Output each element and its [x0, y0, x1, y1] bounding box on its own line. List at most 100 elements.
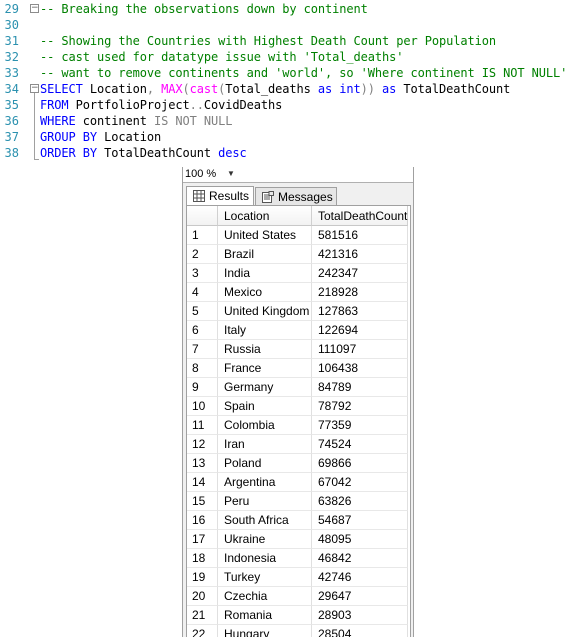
table-row[interactable]: 13 Poland 69866	[187, 454, 410, 473]
total-death-count-cell[interactable]: 242347	[312, 264, 408, 283]
table-row[interactable]: 17 Ukraine 48095	[187, 530, 410, 549]
row-number-cell[interactable]: 19	[187, 568, 218, 587]
total-death-count-cell[interactable]: 84789	[312, 378, 408, 397]
tab-results[interactable]: Results	[186, 186, 254, 205]
location-cell[interactable]: Argentina	[218, 473, 312, 492]
total-death-count-cell[interactable]: 48095	[312, 530, 408, 549]
code-line[interactable]: 38 ORDER BY TotalDeathCount desc	[0, 145, 570, 161]
row-number-cell[interactable]: 11	[187, 416, 218, 435]
total-death-count-cell[interactable]: 67042	[312, 473, 408, 492]
location-cell[interactable]: Spain	[218, 397, 312, 416]
code-line[interactable]: 31 -- Showing the Countries with Highest …	[0, 33, 570, 49]
table-row[interactable]: 3 India 242347	[187, 264, 410, 283]
row-number-cell[interactable]: 6	[187, 321, 218, 340]
location-cell[interactable]: Poland	[218, 454, 312, 473]
table-row[interactable]: 11 Colombia 77359	[187, 416, 410, 435]
code-line[interactable]: 29 -- Breaking the observations down by c…	[0, 1, 570, 17]
table-row[interactable]: 18 Indonesia 46842	[187, 549, 410, 568]
row-number-cell[interactable]: 21	[187, 606, 218, 625]
row-number-header[interactable]	[187, 206, 218, 226]
row-number-cell[interactable]: 1	[187, 226, 218, 245]
total-death-count-cell[interactable]: 106438	[312, 359, 408, 378]
row-number-cell[interactable]: 20	[187, 587, 218, 606]
column-header-totaldeathcount[interactable]: TotalDeathCount	[312, 206, 408, 226]
row-number-cell[interactable]: 18	[187, 549, 218, 568]
table-row[interactable]: 4 Mexico 218928	[187, 283, 410, 302]
location-cell[interactable]: Ukraine	[218, 530, 312, 549]
location-cell[interactable]: Italy	[218, 321, 312, 340]
collapse-icon[interactable]: −	[30, 84, 39, 93]
total-death-count-cell[interactable]: 78792	[312, 397, 408, 416]
code-line[interactable]: 32 -- cast used for datatype issue with '…	[0, 49, 570, 65]
location-cell[interactable]: Hungary	[218, 625, 312, 637]
total-death-count-cell[interactable]: 42746	[312, 568, 408, 587]
row-number-cell[interactable]: 5	[187, 302, 218, 321]
location-cell[interactable]: South Africa	[218, 511, 312, 530]
location-cell[interactable]: Indonesia	[218, 549, 312, 568]
total-death-count-cell[interactable]: 122694	[312, 321, 408, 340]
table-row[interactable]: 12 Iran 74524	[187, 435, 410, 454]
location-cell[interactable]: Mexico	[218, 283, 312, 302]
location-cell[interactable]: Peru	[218, 492, 312, 511]
zoom-dropdown[interactable]: 100 % ▼	[185, 167, 241, 181]
row-number-cell[interactable]: 7	[187, 340, 218, 359]
row-number-cell[interactable]: 12	[187, 435, 218, 454]
table-row[interactable]: 19 Turkey 42746	[187, 568, 410, 587]
location-cell[interactable]: Czechia	[218, 587, 312, 606]
total-death-count-cell[interactable]: 46842	[312, 549, 408, 568]
collapse-icon[interactable]: −	[30, 4, 39, 13]
code-line[interactable]: 33 -- want to remove continents and 'worl…	[0, 65, 570, 81]
total-death-count-cell[interactable]: 28504	[312, 625, 408, 637]
total-death-count-cell[interactable]: 581516	[312, 226, 408, 245]
column-header-location[interactable]: Location	[218, 206, 312, 226]
location-cell[interactable]: Germany	[218, 378, 312, 397]
table-row[interactable]: 6 Italy 122694	[187, 321, 410, 340]
row-number-cell[interactable]: 22	[187, 625, 218, 637]
row-number-cell[interactable]: 13	[187, 454, 218, 473]
total-death-count-cell[interactable]: 77359	[312, 416, 408, 435]
total-death-count-cell[interactable]: 54687	[312, 511, 408, 530]
table-row[interactable]: 5 United Kingdom 127863	[187, 302, 410, 321]
code-line[interactable]: 36 WHERE continent IS NOT NULL	[0, 113, 570, 129]
table-row[interactable]: 10 Spain 78792	[187, 397, 410, 416]
row-number-cell[interactable]: 14	[187, 473, 218, 492]
table-row[interactable]: 15 Peru 63826	[187, 492, 410, 511]
row-number-cell[interactable]: 3	[187, 264, 218, 283]
total-death-count-cell[interactable]: 28903	[312, 606, 408, 625]
row-number-cell[interactable]: 8	[187, 359, 218, 378]
location-cell[interactable]: United States	[218, 226, 312, 245]
location-cell[interactable]: United Kingdom	[218, 302, 312, 321]
code-line[interactable]: 34 SELECT Location, MAX(cast(Total_deaths…	[0, 81, 570, 97]
total-death-count-cell[interactable]: 218928	[312, 283, 408, 302]
results-grid[interactable]: Location TotalDeathCount 1 United States 5…	[186, 205, 411, 637]
location-cell[interactable]: France	[218, 359, 312, 378]
table-row[interactable]: 9 Germany 84789	[187, 378, 410, 397]
total-death-count-cell[interactable]: 127863	[312, 302, 408, 321]
table-row[interactable]: 20 Czechia 29647	[187, 587, 410, 606]
location-cell[interactable]: India	[218, 264, 312, 283]
total-death-count-cell[interactable]: 421316	[312, 245, 408, 264]
table-row[interactable]: 21 Romania 28903	[187, 606, 410, 625]
row-number-cell[interactable]: 17	[187, 530, 218, 549]
row-number-cell[interactable]: 4	[187, 283, 218, 302]
table-row[interactable]: 16 South Africa 54687	[187, 511, 410, 530]
total-death-count-cell[interactable]: 111097	[312, 340, 408, 359]
row-number-cell[interactable]: 15	[187, 492, 218, 511]
code-line[interactable]: 35 FROM PortfolioProject..CovidDeaths	[0, 97, 570, 113]
tab-messages[interactable]: Messages	[255, 187, 337, 205]
table-row[interactable]: 22 Hungary 28504	[187, 625, 410, 637]
total-death-count-cell[interactable]: 74524	[312, 435, 408, 454]
table-row[interactable]: 2 Brazil 421316	[187, 245, 410, 264]
location-cell[interactable]: Romania	[218, 606, 312, 625]
location-cell[interactable]: Turkey	[218, 568, 312, 587]
table-row[interactable]: 1 United States 581516	[187, 226, 410, 245]
row-number-cell[interactable]: 9	[187, 378, 218, 397]
location-cell[interactable]: Brazil	[218, 245, 312, 264]
total-death-count-cell[interactable]: 29647	[312, 587, 408, 606]
total-death-count-cell[interactable]: 63826	[312, 492, 408, 511]
code-line[interactable]: 30	[0, 17, 570, 33]
sql-editor[interactable]: 29 -- Breaking the observations down by c…	[0, 0, 570, 165]
table-row[interactable]: 7 Russia 111097	[187, 340, 410, 359]
code-line[interactable]: 37 GROUP BY Location	[0, 129, 570, 145]
row-number-cell[interactable]: 16	[187, 511, 218, 530]
